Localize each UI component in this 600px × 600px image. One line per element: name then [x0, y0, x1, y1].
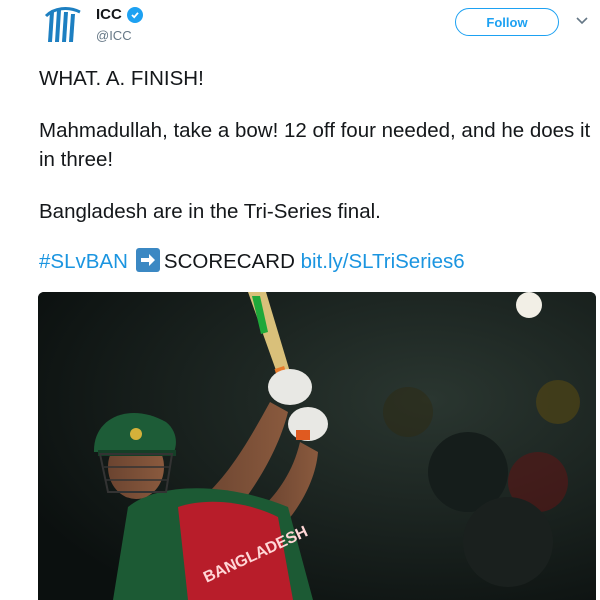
hashtag-link[interactable]: #SLvBAN — [39, 250, 128, 273]
tweet-card: ICC @ICC Follow WHAT. A. FINISH! Mahmadu… — [0, 0, 600, 600]
tweet-line-body: Mahmadullah, take a bow! 12 off four nee… — [39, 119, 591, 171]
follow-button[interactable]: Follow — [455, 8, 559, 36]
scorecard-link[interactable]: bit.ly/SLTriSeries6 — [301, 250, 465, 273]
tweet-line-result: Bangladesh are in the Tri-Series final. — [39, 200, 381, 223]
scorecard-label: SCORECARD — [163, 250, 295, 273]
display-name[interactable]: ICC — [96, 6, 122, 23]
chevron-down-icon — [576, 17, 588, 25]
more-options-button[interactable] — [576, 15, 588, 27]
author-block: ICC @ICC — [96, 6, 143, 43]
right-arrow-emoji-icon — [135, 248, 160, 272]
tweet-text: WHAT. A. FINISH! Mahmadullah, take a bow… — [39, 64, 594, 299]
tweet-line-headline: WHAT. A. FINISH! — [39, 67, 204, 90]
tweet-photo[interactable]: BANGLADESH — [38, 292, 596, 600]
batsman-photo: BANGLADESH — [38, 292, 596, 600]
verified-badge-icon — [126, 6, 143, 23]
avatar[interactable] — [38, 2, 86, 50]
tweet-line-links: #SLvBAN SCORECARD bit.ly/SLTriSeries6 — [39, 247, 594, 276]
handle[interactable]: @ICC — [96, 28, 143, 43]
icc-logo-icon — [44, 7, 81, 42]
